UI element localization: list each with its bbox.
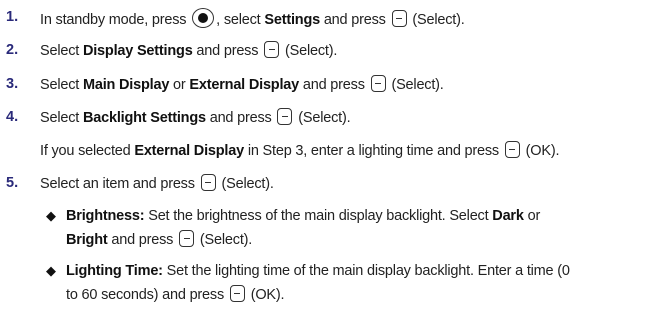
bullet-text: Bright and press (Select).: [66, 230, 253, 248]
softkey-minus-icon: [264, 41, 280, 58]
step-number: 3.: [6, 76, 19, 92]
step-number: 1.: [6, 9, 19, 25]
step-text: Select Backlight Settings and press (Sel…: [40, 108, 351, 126]
softkey-minus-icon: [370, 75, 386, 92]
diamond-bullet-icon: ◆: [46, 208, 56, 223]
step-number: 4.: [6, 109, 19, 125]
softkey-minus-icon: [179, 230, 195, 247]
step-number: 5.: [6, 175, 19, 191]
softkey-minus-icon: [391, 10, 407, 27]
step-text: In standby mode, press , select Settings…: [40, 8, 465, 29]
softkey-minus-icon: [504, 141, 520, 158]
softkey-minus-icon: [200, 174, 216, 191]
bullet-text: Brightness: Set the brightness of the ma…: [66, 208, 541, 224]
bullet-text: to 60 seconds) and press (OK).: [66, 285, 285, 303]
softkey-minus-icon: [277, 108, 293, 125]
step-text: Select Display Settings and press (Selec…: [40, 41, 338, 59]
nav-center-key-icon: [192, 8, 215, 28]
note-text: If you selected External Display in Step…: [40, 141, 560, 159]
diamond-bullet-icon: ◆: [46, 263, 56, 278]
bullet-text: Lighting Time: Set the lighting time of …: [66, 263, 570, 279]
softkey-minus-icon: [229, 285, 245, 302]
instruction-page: 1. In standby mode, press , select Setti…: [0, 0, 672, 325]
step-text: Select Main Display or External Display …: [40, 75, 444, 93]
step-text: Select an item and press (Select).: [40, 174, 274, 192]
step-number: 2.: [6, 42, 19, 58]
